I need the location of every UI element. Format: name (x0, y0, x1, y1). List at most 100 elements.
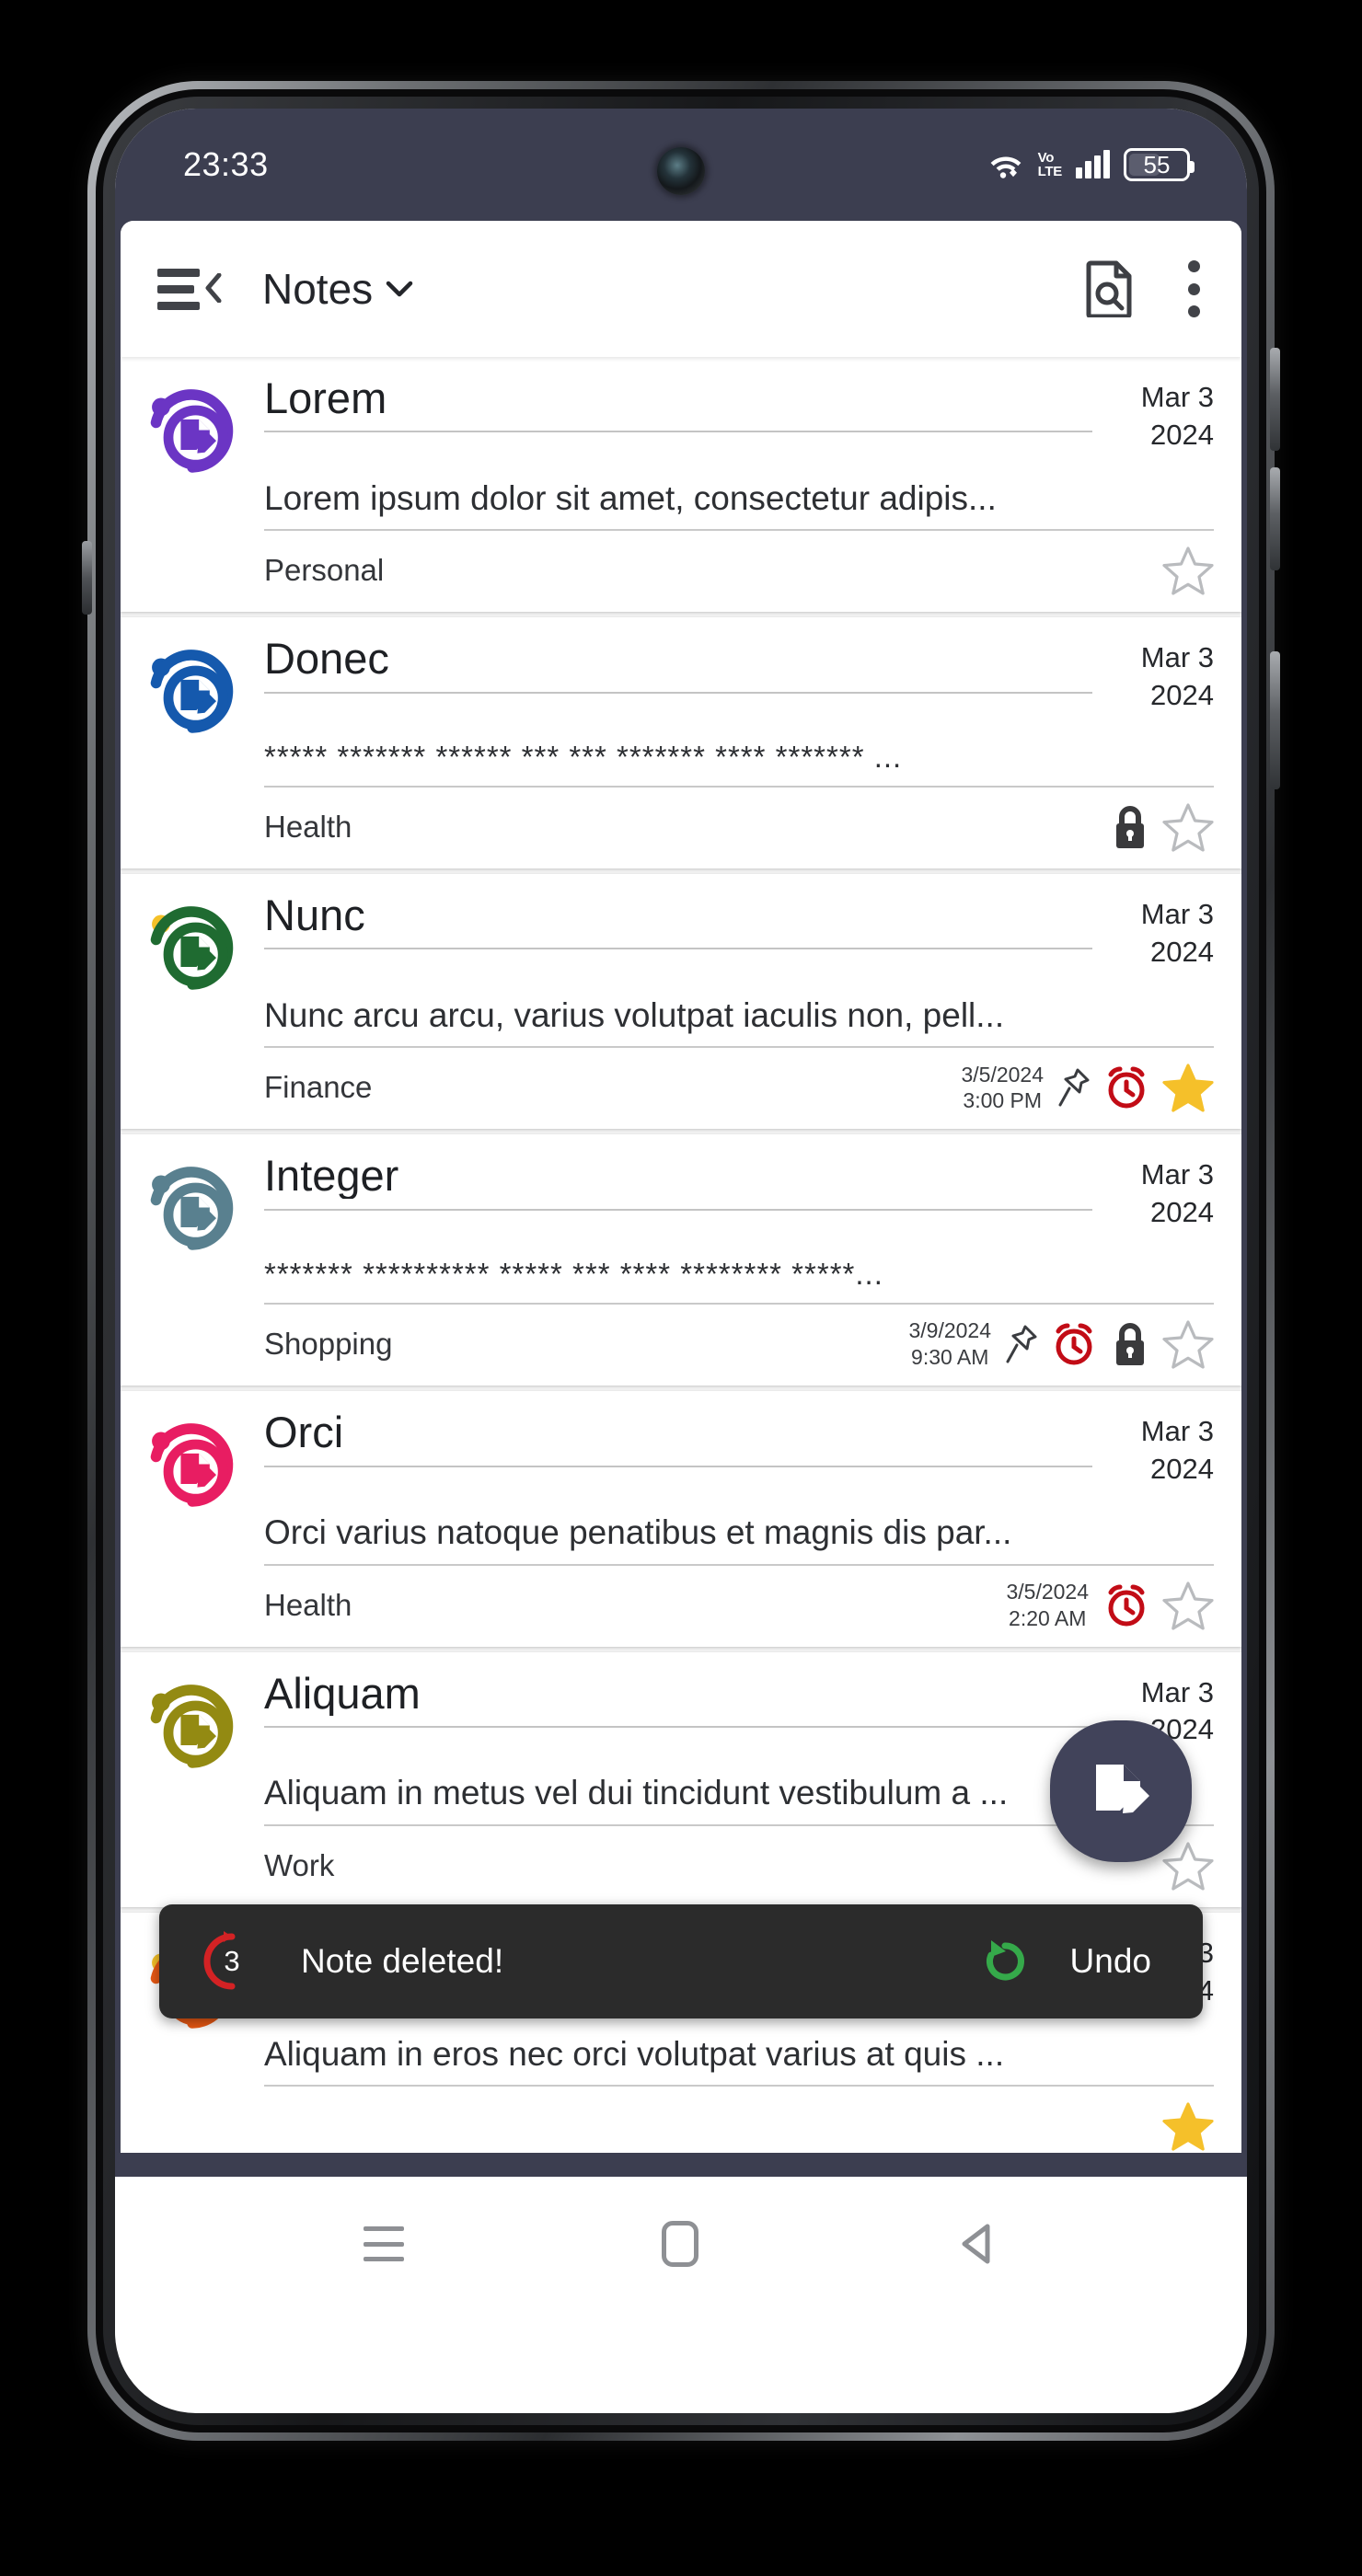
note-icon (144, 636, 251, 856)
favorite-star-filled-icon[interactable] (1162, 2101, 1214, 2151)
note-date-day: Mar 3 (1140, 1158, 1214, 1191)
favorite-star-outline-icon[interactable] (1162, 802, 1214, 852)
note-preview: Nunc arcu arcu, varius volutpat iaculis … (264, 995, 1005, 1034)
document-search-icon[interactable] (1085, 260, 1133, 317)
note-list-item[interactable]: Integer Mar 3 2024 ******* ********** **… (121, 1134, 1241, 1386)
undo-icon[interactable] (980, 1937, 1030, 1986)
note-date-year: 2024 (1150, 1453, 1214, 1486)
note-app-icon (150, 1684, 234, 1768)
volume-down-button[interactable] (1270, 467, 1280, 570)
preview-divider (264, 1303, 1214, 1305)
title-divider (264, 948, 1092, 950)
lock-icon[interactable] (1110, 1320, 1150, 1368)
note-title: Lorem (264, 375, 387, 421)
home-icon[interactable] (662, 2221, 698, 2267)
note-list-item[interactable]: Orci Mar 3 2024 Orci varius natoque pena… (121, 1391, 1241, 1647)
reminder-time: 9:30 AM (911, 1345, 989, 1370)
volume-up-button[interactable] (1270, 348, 1280, 451)
note-category: Health (264, 1587, 352, 1622)
countdown-timer: 3 (202, 1931, 262, 1992)
note-badges (1110, 802, 1214, 852)
favorite-star-filled-icon[interactable] (1162, 1063, 1214, 1113)
favorite-star-outline-icon[interactable] (1162, 1841, 1214, 1891)
note-date-day: Mar 3 (1140, 1415, 1214, 1448)
recents-icon[interactable] (364, 2226, 404, 2261)
preview-divider (264, 1046, 1214, 1049)
note-content: Nunc Mar 3 2024 Nunc arcu arcu, varius v… (251, 892, 1214, 1116)
reminder-timestamp: 3/5/2024 2:20 AM (1006, 1579, 1089, 1632)
favorite-star-outline-icon[interactable] (1162, 1319, 1214, 1369)
pin-icon[interactable] (1005, 1324, 1038, 1364)
app-container: Notes Lorem Mar 3 2024 Lorem ipsum dolor… (115, 221, 1247, 2153)
note-preview: Aliquam in eros nec orci volutpat varius… (264, 2034, 1005, 2073)
undo-button[interactable]: Undo (1070, 1942, 1151, 1981)
new-note-fab[interactable] (1050, 1720, 1192, 1862)
note-app-icon (150, 1423, 234, 1507)
note-badges (1162, 1841, 1214, 1891)
snackbar-message: Note deleted! (301, 1942, 504, 1980)
note-content: Donec Mar 3 2024 ***** ******* ****** **… (251, 636, 1214, 856)
preview-divider (264, 529, 1214, 532)
note-icon (144, 1671, 251, 1894)
note-app-icon (150, 906, 234, 990)
note-badges: 3/9/2024 9:30 AM (908, 1317, 1214, 1371)
note-list-item[interactable]: Nunc Mar 3 2024 Nunc arcu arcu, varius v… (121, 874, 1241, 1130)
new-note-icon (1096, 1765, 1149, 1813)
note-icon (144, 892, 251, 1116)
note-category: Shopping (264, 1327, 393, 1362)
reminder-date: 3/5/2024 (961, 1062, 1044, 1087)
reminder-alarm-icon[interactable] (1102, 1064, 1150, 1111)
note-category: Finance (264, 1070, 373, 1105)
title-divider (264, 1465, 1092, 1467)
note-list-item[interactable]: Lorem Mar 3 2024 Lorem ipsum dolor sit a… (121, 357, 1241, 613)
note-app-icon (150, 389, 234, 473)
overflow-menu-icon[interactable] (1186, 260, 1201, 317)
note-date: Mar 3 2024 (1092, 1153, 1214, 1232)
lock-icon[interactable] (1110, 803, 1150, 851)
note-title: Orci (264, 1409, 344, 1455)
page-title-text: Notes (262, 265, 374, 313)
favorite-star-outline-icon[interactable] (1162, 546, 1214, 595)
title-divider (264, 1208, 1092, 1211)
note-content: Integer Mar 3 2024 ******* ********** **… (251, 1153, 1214, 1373)
power-button[interactable] (1270, 651, 1280, 789)
note-list-item[interactable]: Donec Mar 3 2024 ***** ******* ****** **… (121, 617, 1241, 869)
volte-line-2: LTE (1037, 164, 1063, 179)
note-preview: Orci varius natoque penatibus et magnis … (264, 1513, 1012, 1552)
reminder-date: 3/5/2024 (1006, 1579, 1089, 1604)
note-date-year: 2024 (1150, 1196, 1214, 1229)
note-date: Mar 3 2024 (1092, 375, 1214, 454)
page-title[interactable]: Notes (262, 264, 413, 314)
preview-divider (264, 1563, 1214, 1566)
note-badges (1162, 2101, 1214, 2151)
pin-icon[interactable] (1057, 1067, 1091, 1108)
note-category: Personal (264, 553, 385, 588)
favorite-star-outline-icon[interactable] (1162, 1581, 1214, 1630)
reminder-alarm-icon[interactable] (1050, 1320, 1098, 1368)
signal-icon (1076, 150, 1110, 178)
note-title: Aliquam (264, 1670, 421, 1716)
note-date-year: 2024 (1150, 679, 1214, 712)
title-divider (264, 1725, 1092, 1728)
status-clock: 23:33 (183, 145, 269, 183)
note-date: Mar 3 2024 (1092, 1409, 1214, 1489)
note-icon (144, 1409, 251, 1633)
reminder-alarm-icon[interactable] (1102, 1581, 1150, 1629)
side-button-left[interactable] (82, 541, 92, 615)
menu-collapse-icon[interactable] (157, 265, 222, 313)
back-icon[interactable] (956, 2221, 998, 2267)
note-title: Nunc (264, 892, 365, 938)
title-divider (264, 431, 1092, 433)
title-divider (264, 691, 1092, 694)
volte-icon: Vo LTE (1037, 150, 1063, 179)
system-navigation-bar (115, 2177, 1247, 2311)
note-preview: ***** ******* ****** *** *** ******* ***… (264, 740, 903, 775)
note-title: Integer (264, 1153, 399, 1199)
volte-line-1: Vo (1037, 150, 1055, 166)
note-badges: 3/5/2024 2:20 AM (1006, 1579, 1214, 1632)
preview-divider (264, 2085, 1214, 2087)
notes-list[interactable]: Lorem Mar 3 2024 Lorem ipsum dolor sit a… (121, 357, 1241, 2153)
reminder-time: 2:20 AM (1009, 1605, 1087, 1630)
app-bottom-padding (115, 2153, 1247, 2177)
note-date-day: Mar 3 (1140, 381, 1214, 413)
